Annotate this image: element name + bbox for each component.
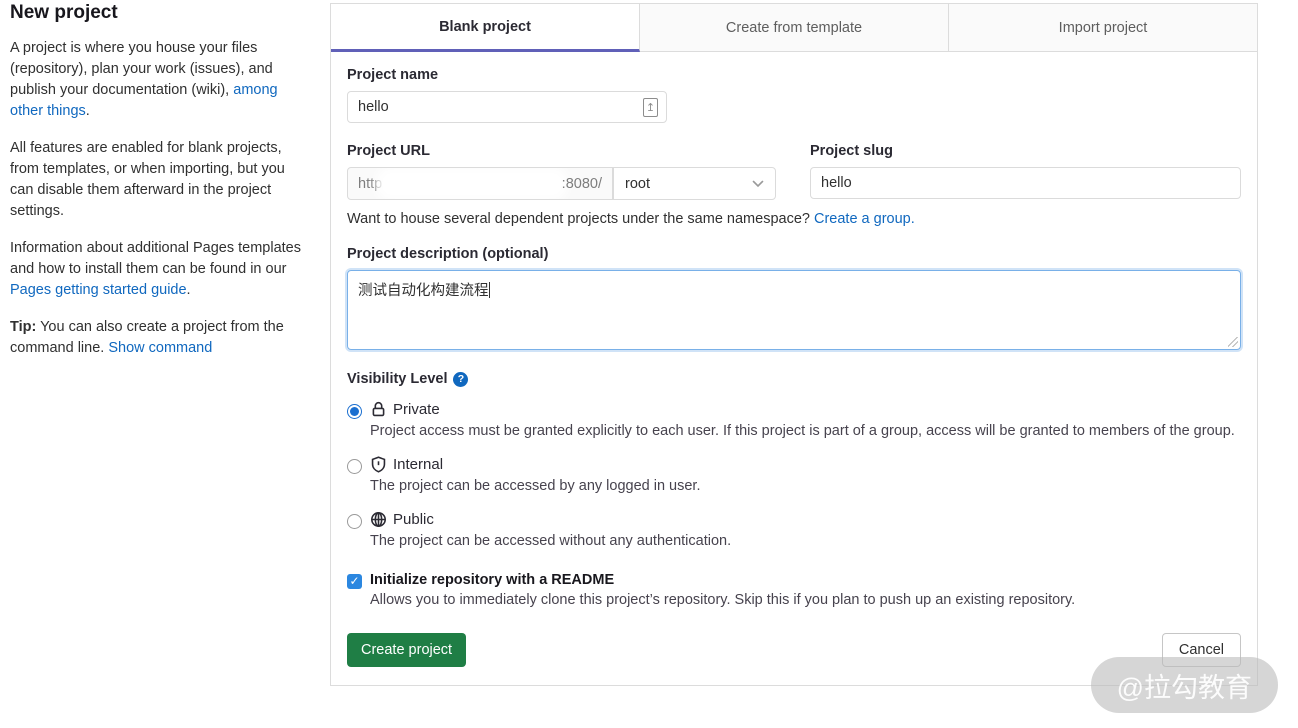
url-slug-row: Project URL http :8080/ root — [347, 143, 1241, 200]
namespace-hint-text: Want to house several dependent projects… — [347, 211, 814, 227]
description-text: 测试自动化构建流程 — [358, 283, 489, 299]
sidebar-paragraph-intro: A project is where you house your files … — [10, 38, 304, 122]
intro-suffix: . — [86, 103, 90, 119]
globe-icon — [370, 511, 387, 528]
sidebar-paragraph-pages: Information about additional Pages templ… — [10, 238, 304, 301]
pages-guide-link[interactable]: Pages getting started guide — [10, 282, 187, 298]
visibility-option-internal: Internal The project can be accessed by … — [347, 456, 1241, 497]
public-radio[interactable] — [347, 514, 362, 529]
create-project-button[interactable]: Create project — [347, 633, 466, 667]
show-command-link[interactable]: Show command — [108, 340, 212, 356]
lock-icon — [370, 401, 387, 418]
readme-label[interactable]: Initialize repository with a README — [370, 572, 1075, 588]
help-icon[interactable]: ? — [453, 372, 468, 387]
url-redaction-blur — [384, 175, 559, 193]
watermark-badge: @拉勾教育 — [1091, 657, 1278, 713]
internal-option-body: Internal The project can be accessed by … — [370, 456, 1241, 497]
visibility-option-private: Private Project access must be granted e… — [347, 401, 1241, 442]
url-prefix-start: http — [358, 176, 382, 192]
internal-label[interactable]: Internal — [393, 456, 443, 473]
readme-row: ✓ Initialize repository with a README Al… — [347, 572, 1241, 608]
namespace-select[interactable]: root — [613, 167, 776, 200]
new-project-panel: Blank project Create from template Impor… — [330, 3, 1258, 686]
project-slug-input[interactable] — [810, 167, 1241, 199]
private-option-body: Private Project access must be granted e… — [370, 401, 1241, 442]
project-type-tabs: Blank project Create from template Impor… — [331, 4, 1257, 52]
sidebar-paragraph-features: All features are enabled for blank proje… — [10, 138, 304, 222]
internal-radio[interactable] — [347, 459, 362, 474]
private-label[interactable]: Private — [393, 401, 440, 418]
project-description-label: Project description (optional) — [347, 246, 1241, 262]
private-title-row: Private — [370, 401, 1241, 418]
project-url-column: Project URL http :8080/ root — [347, 143, 776, 200]
project-url-label: Project URL — [347, 143, 776, 159]
public-title-row: Public — [370, 511, 1241, 528]
private-description: Project access must be granted explicitl… — [370, 421, 1241, 442]
readme-checkbox[interactable]: ✓ — [347, 574, 362, 589]
tab-create-from-template[interactable]: Create from template — [640, 4, 949, 52]
internal-title-row: Internal — [370, 456, 1241, 473]
project-url-prefix: http :8080/ — [347, 167, 613, 200]
namespace-value: root — [625, 176, 650, 192]
blank-project-form: Project name ↥ Project URL http :8080/ r… — [331, 52, 1257, 685]
project-description-textarea[interactable]: 测试自动化构建流程 — [347, 270, 1241, 350]
autofill-icon[interactable]: ↥ — [643, 98, 658, 117]
visibility-option-public: Public The project can be accessed witho… — [347, 511, 1241, 552]
tab-blank-project[interactable]: Blank project — [331, 4, 640, 52]
readme-description: Allows you to immediately clone this pro… — [370, 592, 1075, 608]
internal-description: The project can be accessed by any logge… — [370, 476, 1241, 497]
shield-icon — [370, 456, 387, 473]
project-name-input[interactable] — [347, 91, 667, 123]
tip-label: Tip: — [10, 319, 36, 335]
readme-body: Initialize repository with a README Allo… — [370, 572, 1075, 608]
project-slug-column: Project slug — [810, 143, 1241, 200]
project-name-label: Project name — [347, 67, 1241, 83]
pages-text: Information about additional Pages templ… — [10, 240, 301, 277]
pages-suffix: . — [187, 282, 191, 298]
new-project-sidebar: New project A project is where you house… — [10, 2, 304, 375]
tab-import-project[interactable]: Import project — [949, 4, 1257, 52]
project-slug-label: Project slug — [810, 143, 1241, 159]
project-name-wrap: ↥ — [347, 91, 667, 123]
chevron-down-icon — [752, 176, 764, 192]
create-group-link[interactable]: Create a group. — [814, 211, 915, 227]
private-radio[interactable] — [347, 404, 362, 419]
public-description: The project can be accessed without any … — [370, 531, 1241, 552]
url-prefix-end: :8080/ — [562, 176, 602, 192]
sidebar-paragraph-tip: Tip: You can also create a project from … — [10, 317, 304, 359]
namespace-hint: Want to house several dependent projects… — [347, 211, 1241, 227]
visibility-level-label: Visibility Level — [347, 371, 447, 387]
text-cursor — [489, 282, 490, 298]
resize-grip[interactable] — [1228, 337, 1238, 347]
public-option-body: Public The project can be accessed witho… — [370, 511, 1241, 552]
visibility-level-header: Visibility Level ? — [347, 371, 1241, 387]
page-title: New project — [10, 2, 304, 24]
project-url-group: http :8080/ root — [347, 167, 776, 200]
public-label[interactable]: Public — [393, 511, 434, 528]
